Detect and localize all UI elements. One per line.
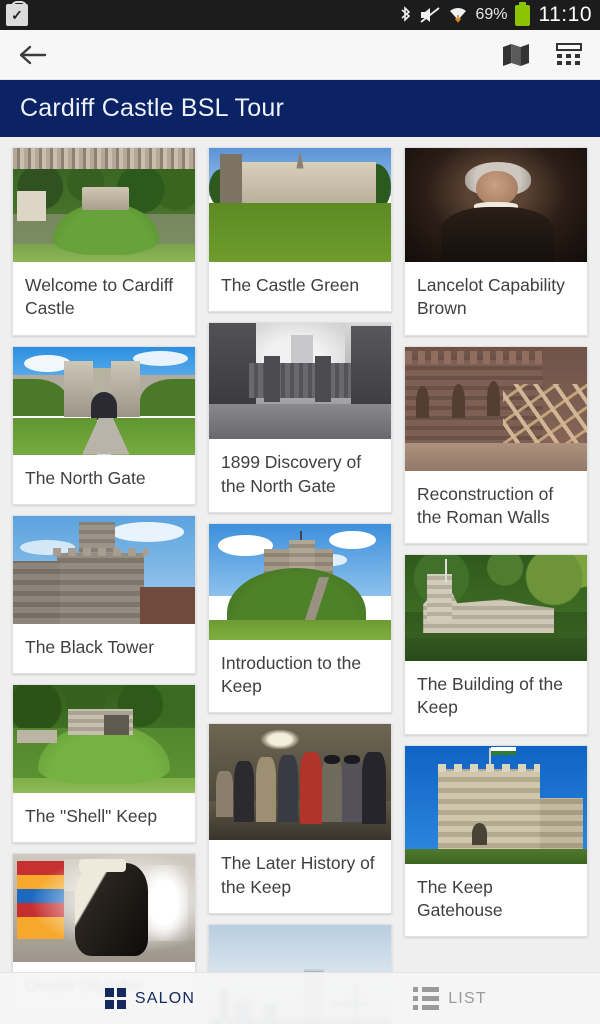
battery-percent-label: 69%: [475, 6, 508, 23]
tour-card-title: Introduction to the Keep: [221, 652, 362, 697]
grid-column-1: Welcome to Cardiff Castle The North Gate…: [12, 147, 196, 1013]
keypad-grid-icon[interactable]: [556, 42, 582, 67]
tour-card-title: The "Shell" Keep: [25, 806, 158, 827]
tour-card[interactable]: The Castle Green: [208, 147, 392, 313]
tour-card-title: Lancelot Capability Brown: [417, 275, 565, 319]
1899-discovery-photo: [209, 323, 391, 440]
bluetooth-icon: [401, 6, 411, 22]
nav-tab-salon-label: SALON: [134, 989, 196, 1007]
play-store-update-icon: ✓: [6, 1, 28, 26]
tour-card[interactable]: Welcome to Cardiff Castle: [12, 147, 196, 336]
castle-green-photo: [209, 148, 391, 262]
status-bar-left: ✓: [6, 1, 28, 26]
wifi-icon: [450, 7, 467, 23]
page-title-bar: Cardiff Castle BSL Tour: [0, 80, 600, 137]
tour-card[interactable]: The North Gate: [12, 345, 196, 505]
grid-column-3: Lancelot Capability Brown Reconstruction…: [404, 147, 588, 938]
keep-motte-photo: [209, 523, 391, 640]
back-arrow-icon[interactable]: [18, 43, 48, 67]
nav-tab-list[interactable]: LIST: [300, 987, 600, 1010]
status-bar: ✓ 69% 11:10: [0, 0, 600, 30]
north-gate-photo: [13, 346, 195, 455]
mute-icon: [420, 7, 441, 23]
keep-gatehouse-photo: [405, 745, 587, 864]
app-root: ✓ 69% 11:10 Cardiff Castle BSL Tour Welc…: [0, 0, 600, 1024]
capability-brown-portrait: [405, 148, 587, 262]
tour-card[interactable]: Lancelot Capability Brown: [404, 147, 588, 336]
roman-walls-reconstruction-photo: [405, 346, 587, 471]
action-bar-icons: [502, 42, 582, 67]
list-icon: [413, 987, 440, 1010]
tour-card-title: The Keep Gatehouse: [417, 876, 503, 920]
grid-icon: [104, 988, 126, 1009]
tour-card-grid[interactable]: Welcome to Cardiff Castle The North Gate…: [0, 137, 600, 1024]
tour-card-title: Welcome to Cardiff Castle: [25, 275, 174, 319]
tour-card-title: The Black Tower: [25, 636, 155, 657]
owain-glyndwr-statue-photo: [13, 854, 195, 963]
tour-card[interactable]: Reconstruction of the Roman Walls: [404, 345, 588, 545]
black-tower-photo: [13, 515, 195, 624]
tour-card[interactable]: The "Shell" Keep: [12, 684, 196, 844]
tour-card-title: The Building of the Keep: [417, 674, 563, 718]
map-icon[interactable]: [502, 43, 530, 67]
grid-column-2: The Castle Green 1899 Discovery of the N…: [208, 147, 392, 1024]
tour-card[interactable]: The Keep Gatehouse: [404, 744, 588, 938]
tour-card-title: The Later History of the Keep: [221, 853, 375, 897]
action-bar: [0, 30, 600, 80]
nav-tab-list-label: LIST: [448, 989, 487, 1007]
status-bar-right: 69% 11:10: [399, 1, 592, 27]
later-history-painting: [209, 724, 391, 841]
clock-label: 11:10: [538, 3, 592, 26]
aerial-castle-photo: [13, 148, 195, 262]
shell-keep-photo: [13, 685, 195, 794]
tour-card-title: The North Gate: [25, 467, 146, 488]
tour-card[interactable]: The Later History of the Keep: [208, 723, 392, 914]
tour-card[interactable]: The Black Tower: [12, 514, 196, 675]
tour-card[interactable]: 1899 Discovery of the North Gate: [208, 322, 392, 513]
tour-card-title: The Castle Green: [221, 275, 360, 295]
tour-card-title: 1899 Discovery of the North Gate: [221, 452, 362, 496]
tour-card[interactable]: The Building of the Keep: [404, 554, 588, 735]
bottom-navigation-bar: SALON LIST: [0, 972, 600, 1024]
tour-card[interactable]: Introduction to the Keep: [208, 522, 392, 714]
building-of-keep-photo: [405, 555, 587, 662]
battery-icon: [514, 1, 530, 26]
tour-card-title: Reconstruction of the Roman Walls: [417, 483, 554, 527]
page-title: Cardiff Castle BSL Tour: [20, 94, 284, 122]
nav-tab-salon[interactable]: SALON: [0, 988, 300, 1009]
